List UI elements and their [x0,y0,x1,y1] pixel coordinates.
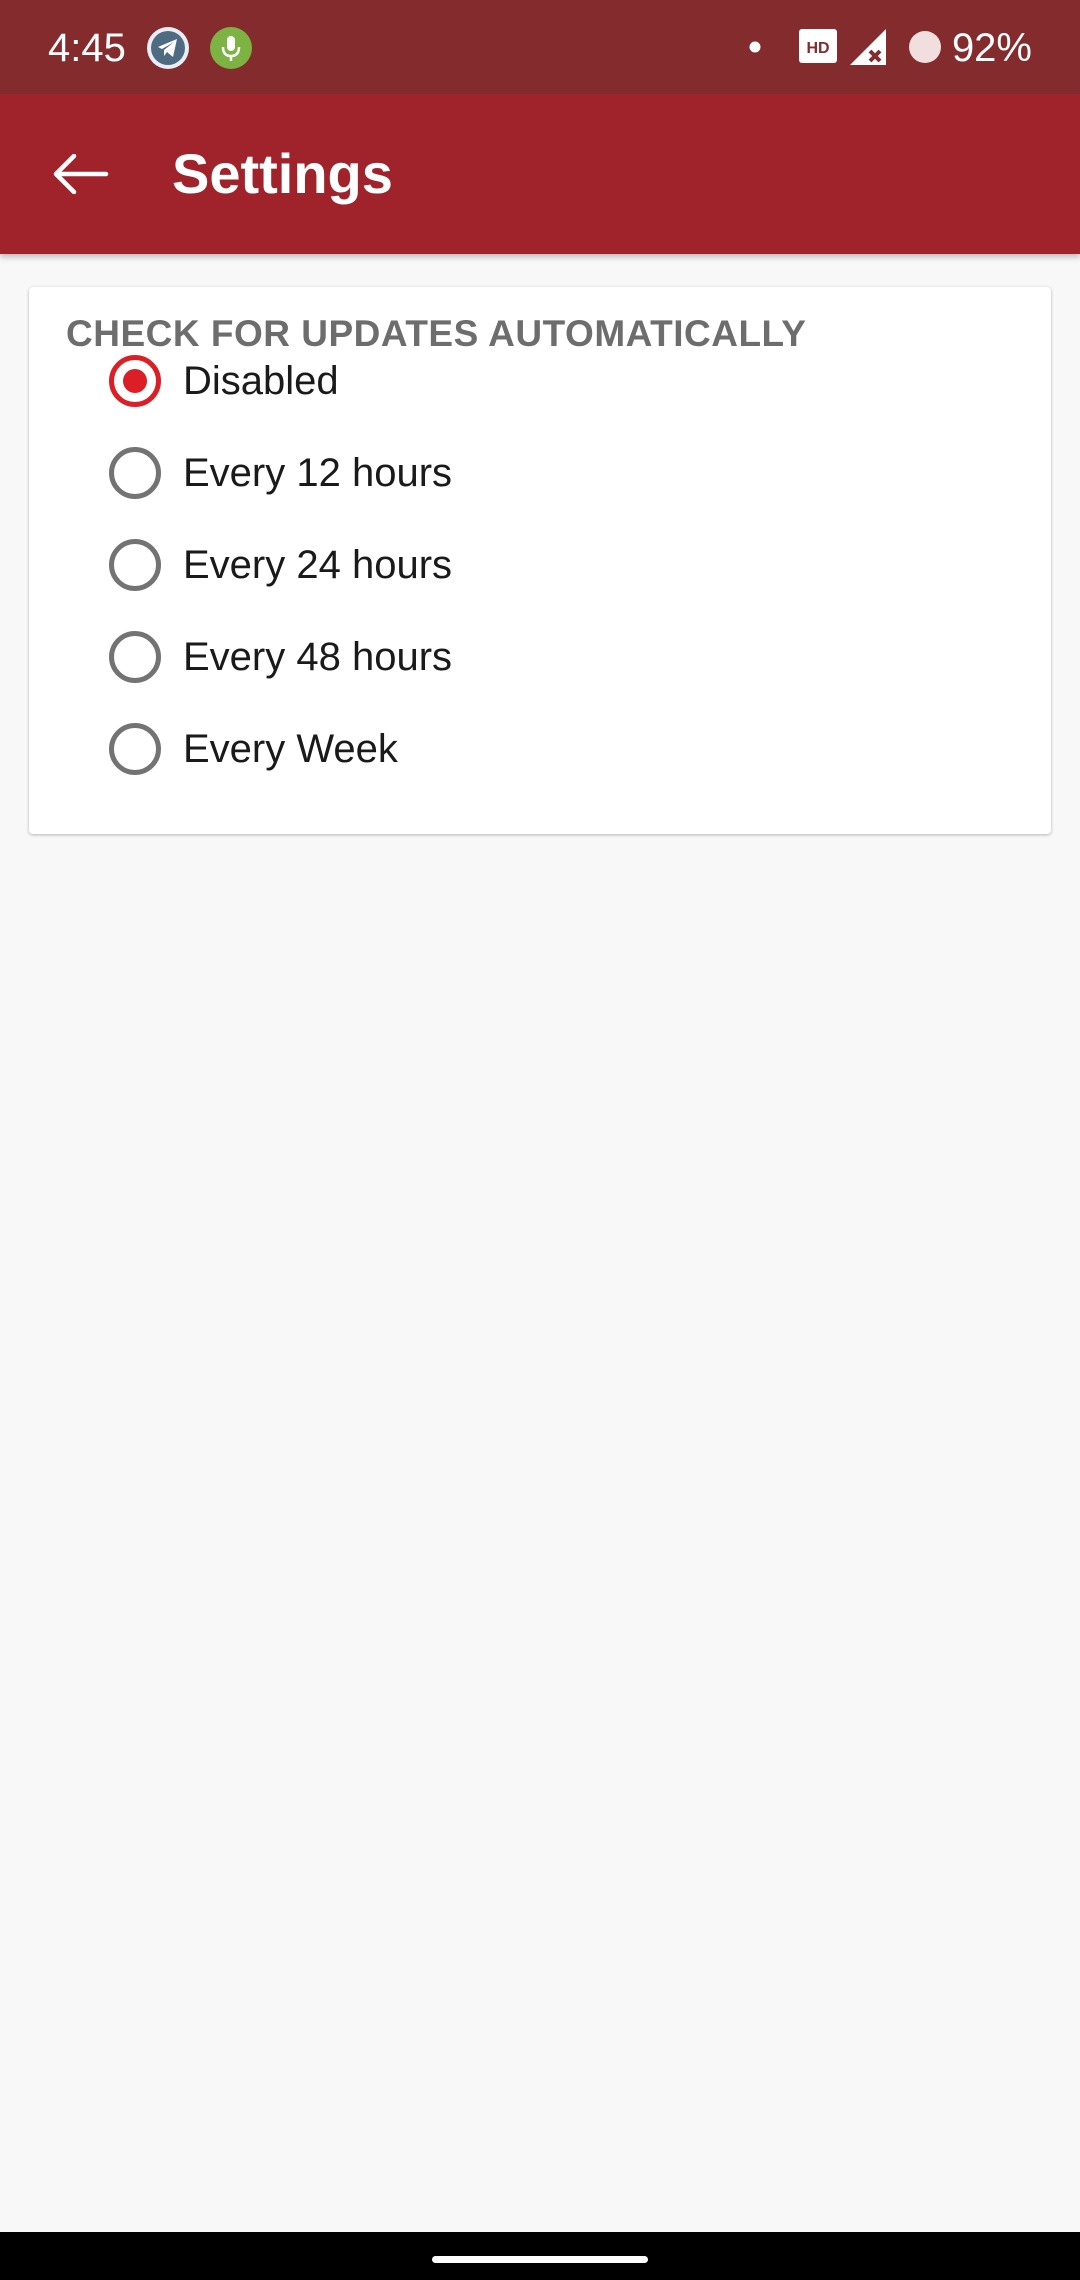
option-label: Every 24 hours [183,543,453,587]
battery-percentage: 92% [951,26,1032,70]
notification-dot-icon [749,41,761,53]
option-every-24-hours[interactable]: Every 24 hours [109,523,1009,607]
status-time: 4:45 [48,26,126,70]
option-disabled[interactable]: Disabled [109,339,1009,423]
option-every-12-hours[interactable]: Every 12 hours [109,431,1009,515]
page-title: Settings [172,142,393,205]
update-frequency-card: CHECK FOR UPDATES AUTOMATICALLY Disabled… [29,287,1051,834]
signal-no-service-icon [850,29,886,65]
status-bar: 4:45 HD 92% [0,0,1080,94]
option-label: Every 48 hours [183,635,453,679]
microphone-icon [210,27,252,69]
option-label: Every 12 hours [183,451,453,495]
radio-button[interactable] [109,631,161,683]
back-arrow-icon [53,154,109,194]
radio-button[interactable] [109,447,161,499]
home-indicator[interactable] [432,2256,648,2263]
telegram-icon [147,27,189,69]
option-every-week[interactable]: Every Week [109,707,1009,791]
navigation-bar [0,2232,1080,2280]
hd-icon: HD [799,29,837,63]
radio-button[interactable] [109,539,161,591]
back-button[interactable] [30,124,130,224]
svg-text:HD: HD [806,40,829,57]
radio-button-selected[interactable] [109,355,161,407]
battery-saver-icon [909,31,941,63]
option-label: Disabled [183,359,339,403]
option-label: Every Week [183,727,398,771]
radio-button[interactable] [109,723,161,775]
option-every-48-hours[interactable]: Every 48 hours [109,615,1009,699]
app-bar: Settings [0,94,1080,254]
